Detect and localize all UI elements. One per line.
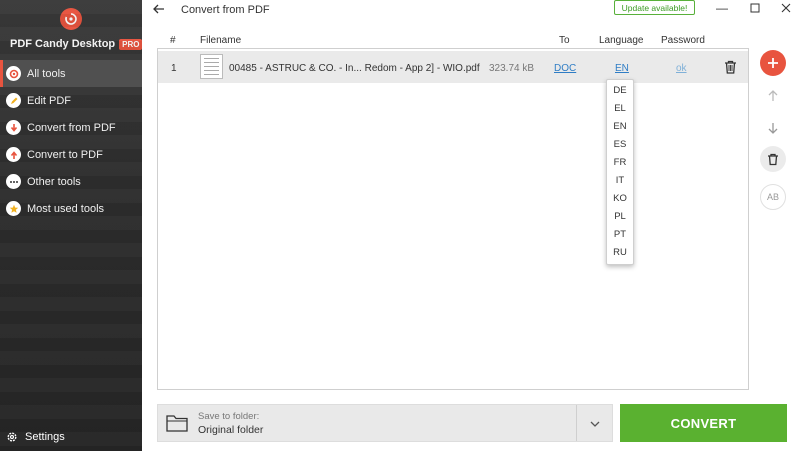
sidebar: PDF Candy Desktop PRO All tools Edit PDF…: [0, 0, 143, 451]
sidebar-item-convert-to-pdf[interactable]: Convert to PDF: [0, 141, 142, 168]
language-option[interactable]: EL: [607, 99, 633, 117]
page-title: Convert from PDF: [181, 4, 270, 16]
language-option[interactable]: FR: [607, 153, 633, 171]
maximize-icon: [750, 3, 760, 13]
language-option[interactable]: PL: [607, 207, 633, 225]
language-option[interactable]: KO: [607, 189, 633, 207]
back-button[interactable]: [152, 2, 166, 16]
language-option[interactable]: ES: [607, 135, 633, 153]
save-folder-label: Save to folder:: [198, 411, 260, 422]
row-filename: 00485 - ASTRUC & CO. - In... Redom - App…: [229, 63, 480, 74]
sidebar-item-other-tools[interactable]: Other tools: [0, 168, 142, 195]
chevron-down-icon[interactable]: [588, 417, 602, 431]
column-header-language: Language: [599, 35, 644, 46]
column-header-number: #: [170, 35, 176, 46]
sidebar-nav: All tools Edit PDF Convert from PDF Conv…: [0, 60, 142, 222]
sidebar-item-label: Most used tools: [27, 202, 105, 215]
other-tools-icon: [6, 174, 21, 189]
sidebar-item-edit-pdf[interactable]: Edit PDF: [0, 87, 142, 114]
settings-button[interactable]: Settings: [6, 431, 65, 443]
convert-from-pdf-icon: [6, 120, 21, 135]
column-header-password: Password: [661, 35, 705, 46]
maximize-button[interactable]: [749, 2, 761, 14]
trash-icon[interactable]: [724, 60, 737, 74]
sidebar-item-label: Convert from PDF: [27, 121, 116, 134]
column-header-to: To: [559, 35, 570, 46]
row-number: 1: [171, 63, 177, 74]
sidebar-item-all-tools[interactable]: All tools: [0, 60, 142, 87]
language-option[interactable]: DE: [607, 81, 633, 99]
trash-icon: [768, 153, 778, 166]
language-option[interactable]: PT: [607, 225, 633, 243]
gear-icon: [7, 432, 17, 442]
save-folder-selector[interactable]: Save to folder: Original folder: [157, 404, 613, 442]
arrow-up-icon: [768, 90, 778, 101]
edit-pdf-icon: [6, 93, 21, 108]
row-filesize: 323.74 kB: [489, 63, 535, 74]
arrow-left-icon: [153, 4, 164, 14]
convert-button[interactable]: CONVERT: [620, 404, 787, 442]
star-icon: [6, 201, 21, 216]
save-folder-value: Original folder: [198, 424, 264, 436]
arrow-down-icon: [768, 123, 778, 134]
minimize-button[interactable]: —: [716, 1, 728, 15]
move-down-button[interactable]: [760, 115, 786, 141]
add-file-button[interactable]: [760, 50, 786, 76]
sidebar-item-label: Other tools: [27, 175, 81, 188]
settings-label: Settings: [25, 431, 65, 443]
output-format-link[interactable]: DOC: [554, 63, 576, 74]
sidebar-item-label: Convert to PDF: [27, 148, 103, 161]
folder-icon: [166, 415, 188, 432]
ocr-language-button[interactable]: AB: [760, 184, 786, 210]
all-tools-icon: [6, 66, 21, 81]
pdf-thumbnail: [200, 54, 223, 79]
language-option[interactable]: EN: [607, 117, 633, 135]
close-button[interactable]: [780, 2, 792, 14]
plus-icon: [768, 58, 778, 68]
sidebar-item-label: Edit PDF: [27, 94, 72, 107]
language-link[interactable]: EN: [615, 63, 629, 74]
sidebar-item-label: All tools: [27, 67, 66, 80]
convert-to-pdf-icon: [6, 147, 21, 162]
app-logo-icon: [60, 8, 82, 30]
column-header-filename: Filename: [200, 35, 242, 46]
move-up-button[interactable]: [760, 83, 786, 109]
delete-all-button[interactable]: [760, 146, 786, 172]
table-row[interactable]: 1 00485 - ASTRUC & CO. - In... Redom - A…: [158, 51, 748, 83]
divider: [576, 405, 577, 441]
brand-name: PDF Candy Desktop: [10, 38, 116, 50]
sidebar-item-convert-from-pdf[interactable]: Convert from PDF: [0, 114, 142, 141]
language-option[interactable]: IT: [607, 171, 633, 189]
close-icon: [781, 3, 791, 13]
language-option[interactable]: RU: [607, 243, 633, 261]
file-table: 1 00485 - ASTRUC & CO. - In... Redom - A…: [157, 48, 749, 390]
sidebar-item-most-used-tools[interactable]: Most used tools: [0, 195, 142, 222]
language-dropdown: DE EL EN ES FR IT KO PL PT RU: [606, 79, 634, 265]
update-available-button[interactable]: Update available!: [614, 0, 695, 15]
brand: PDF Candy Desktop PRO: [10, 38, 143, 50]
ab-language-icon: AB: [766, 192, 779, 202]
pro-badge: PRO: [119, 38, 143, 50]
password-link[interactable]: ok: [676, 63, 687, 74]
minimize-icon: —: [716, 1, 728, 15]
